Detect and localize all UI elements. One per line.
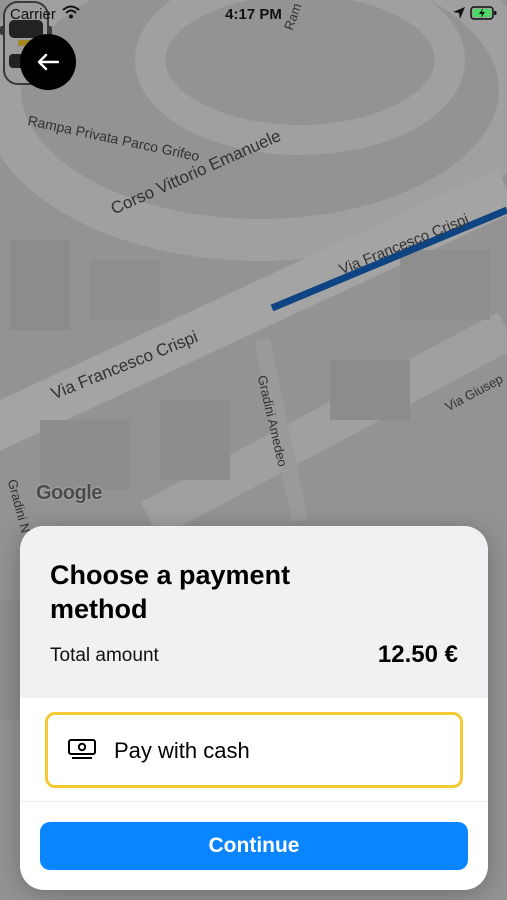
cash-icon xyxy=(68,739,96,759)
payment-sheet: Choose a payment method Total amount 12.… xyxy=(20,526,488,890)
continue-button[interactable]: Continue xyxy=(40,822,468,870)
total-amount-value: 12.50 € xyxy=(377,641,458,668)
status-bar: Carrier 4:17 PM xyxy=(0,0,507,28)
arrow-left-icon xyxy=(37,53,59,71)
divider xyxy=(20,801,488,802)
total-amount-label: Total amount xyxy=(50,645,159,666)
pay-with-cash-label: Pay with cash xyxy=(114,738,250,763)
status-time: 4:17 PM xyxy=(225,6,282,23)
pay-with-cash-option[interactable]: Pay with cash xyxy=(45,712,463,788)
back-button[interactable] xyxy=(20,34,76,90)
battery-charging-icon xyxy=(470,6,497,20)
sheet-header: Choose a payment method Total amount 12.… xyxy=(20,526,488,698)
location-arrow-icon xyxy=(453,7,465,19)
sheet-title: Choose a payment method xyxy=(50,560,291,624)
